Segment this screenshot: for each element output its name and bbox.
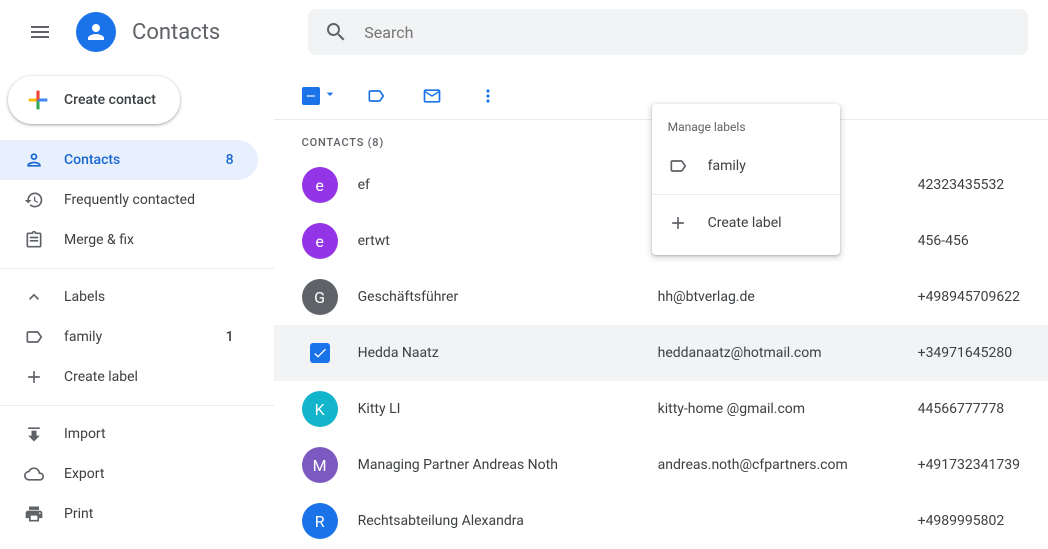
print-icon (24, 504, 44, 524)
contact-email: heddanaatz@hotmail.com (658, 345, 898, 361)
create-contact-label: Create contact (64, 92, 156, 108)
sidebar-label-text: family (64, 329, 102, 345)
dropdown-create-label[interactable]: Create label (652, 199, 840, 247)
sidebar-item-merge[interactable]: Merge & fix (0, 220, 258, 260)
contact-name: Kitty LI (358, 401, 638, 417)
contact-avatar: G (302, 279, 338, 315)
sidebar-item-export[interactable]: Export (0, 454, 258, 494)
contact-phone: +498945709622 (918, 289, 1020, 305)
dropdown-header: Manage labels (652, 112, 840, 142)
search-bar[interactable] (308, 9, 1028, 55)
divider (652, 194, 840, 195)
more-vert-icon (478, 86, 498, 106)
contact-name: Managing Partner Andreas Noth (358, 457, 638, 473)
sidebar-label-family[interactable]: family 1 (0, 317, 258, 357)
contact-email: andreas.noth@cfpartners.com (658, 457, 898, 473)
contact-name: Hedda Naatz (358, 345, 638, 361)
merge-icon (24, 230, 44, 250)
contact-name: ertwt (358, 233, 638, 249)
contact-phone: 456-456 (918, 233, 969, 249)
plus-icon (24, 367, 44, 387)
divider (0, 268, 274, 269)
contact-row[interactable]: K Kitty LI kitty-home @gmail.com 4456677… (274, 381, 1048, 437)
contact-row[interactable]: G Geschäftsführer hh@btverlag.de +498945… (274, 269, 1048, 325)
contact-avatar: e (302, 223, 338, 259)
sidebar-item-contacts[interactable]: Contacts 8 (0, 140, 258, 180)
contact-checkbox[interactable] (302, 335, 338, 371)
contact-name: ef (358, 177, 638, 193)
manage-labels-dropdown: Manage labels family Create label (652, 104, 840, 255)
contact-row[interactable]: Hedda Naatz heddanaatz@hotmail.com +3497… (274, 325, 1048, 381)
sidebar-create-label[interactable]: Create label (0, 357, 258, 397)
contact-phone: +4989995802 (918, 513, 1005, 529)
plus-icon (668, 213, 688, 233)
import-icon (24, 424, 44, 444)
label-icon (366, 86, 386, 106)
sidebar-item-label: Merge & fix (64, 232, 134, 248)
contact-phone: +491732341739 (918, 457, 1020, 473)
contact-name: Geschäftsführer (358, 289, 638, 305)
label-button[interactable] (358, 78, 394, 114)
contact-email: kitty-home @gmail.com (658, 401, 898, 417)
sidebar-item-print[interactable]: Print (0, 494, 258, 534)
content-area: CONTACTS (8) e ef ewfrwe@ffs.vm 42323435… (274, 64, 1048, 547)
contact-email: hh@btverlag.de (658, 289, 898, 305)
menu-button[interactable] (16, 8, 64, 56)
contact-row[interactable]: R Rechtsabteilung Alexandra +4989995802 (274, 493, 1048, 549)
plus-multicolor-icon (24, 86, 52, 114)
sidebar-item-frequent[interactable]: Frequently contacted (0, 180, 258, 220)
chevron-up-icon (24, 287, 44, 307)
contact-avatar: K (302, 391, 338, 427)
contact-name: Rechtsabteilung Alexandra (358, 513, 638, 529)
selection-dropdown-caret (322, 86, 338, 106)
label-icon (668, 156, 688, 176)
search-icon (324, 20, 348, 44)
hamburger-icon (28, 20, 52, 44)
app-logo (76, 12, 116, 52)
sidebar-item-count: 8 (226, 152, 234, 168)
contact-avatar: M (302, 447, 338, 483)
divider (0, 405, 274, 406)
contact-phone: 42323435532 (918, 177, 1005, 193)
search-input[interactable] (364, 23, 1012, 42)
contact-avatar: R (302, 503, 338, 539)
person-outline-icon (24, 150, 44, 170)
contact-avatar: e (302, 167, 338, 203)
person-icon (84, 20, 108, 44)
sidebar-item-import[interactable]: Import (0, 414, 258, 454)
contact-phone: 44566777778 (918, 401, 1005, 417)
export-icon (24, 464, 44, 484)
email-icon (422, 86, 442, 106)
email-button[interactable] (414, 78, 450, 114)
caret-down-icon (322, 86, 338, 102)
sidebar-item-label: Frequently contacted (64, 192, 195, 208)
dropdown-item-family[interactable]: family (652, 142, 840, 190)
selection-indicator[interactable] (302, 86, 338, 106)
labels-heading[interactable]: Labels (0, 277, 274, 317)
more-button[interactable] (470, 78, 506, 114)
sidebar-item-label: Contacts (64, 152, 120, 168)
sidebar: Create contact Contacts 8 Frequently con… (0, 64, 274, 547)
label-icon (24, 327, 44, 347)
app-title: Contacts (132, 20, 220, 45)
selection-checkbox-partial (302, 87, 320, 105)
create-contact-button[interactable]: Create contact (8, 76, 180, 124)
history-icon (24, 190, 44, 210)
contact-phone: +34971645280 (918, 345, 1013, 361)
sidebar-label-count: 1 (226, 329, 234, 345)
contact-row[interactable]: M Managing Partner Andreas Noth andreas.… (274, 437, 1048, 493)
